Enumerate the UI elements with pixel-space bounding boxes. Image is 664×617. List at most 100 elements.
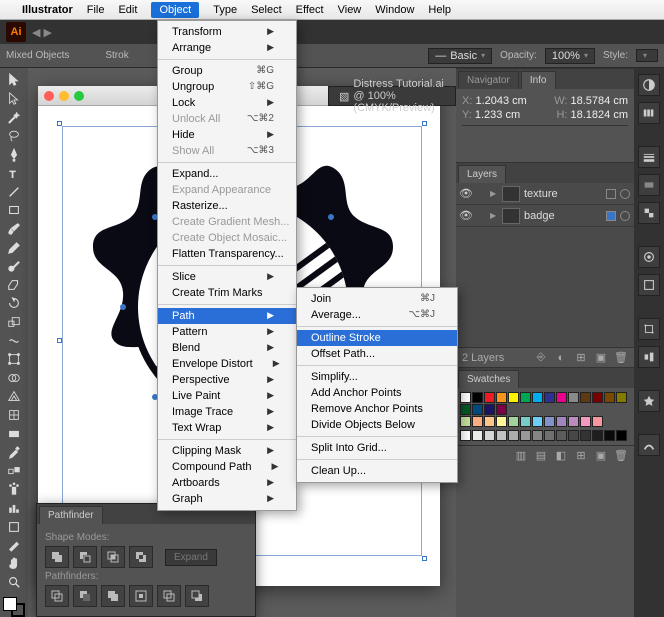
show-swatch-kinds-icon[interactable]: ▤	[534, 449, 548, 463]
document-tab[interactable]: ▧ Distress Tutorial.ai @ 100% (CMYK/Prev…	[328, 86, 456, 106]
swatch[interactable]	[472, 416, 483, 427]
swatch[interactable]	[520, 416, 531, 427]
color-panel-icon[interactable]	[638, 74, 660, 96]
object-menu-item-hide[interactable]: Hide▶	[158, 127, 296, 143]
swatch[interactable]	[592, 416, 603, 427]
layer-name[interactable]: badge	[524, 210, 606, 222]
appearance-panel-icon[interactable]	[638, 246, 660, 268]
swatch[interactable]	[604, 392, 615, 403]
swatch[interactable]	[568, 416, 579, 427]
object-menu-item-rasterize-[interactable]: Rasterize...	[158, 198, 296, 214]
color-guide-panel-icon[interactable]	[638, 102, 660, 124]
tab-swatches[interactable]: Swatches	[458, 370, 519, 388]
opacity-input[interactable]: 100%▾	[545, 48, 595, 64]
swatch[interactable]	[580, 416, 591, 427]
app-menu[interactable]: Illustrator	[22, 4, 73, 16]
object-menu-item-slice[interactable]: Slice▶	[158, 269, 296, 285]
eraser-tool[interactable]	[2, 277, 26, 294]
swatch[interactable]	[472, 430, 483, 441]
swatch-options-icon[interactable]: ◧	[554, 449, 568, 463]
swatch[interactable]	[472, 404, 483, 415]
close-window-icon[interactable]	[44, 91, 54, 101]
stroke-panel-icon[interactable]	[638, 146, 660, 168]
direct-selection-tool[interactable]	[2, 91, 26, 108]
rotate-tool[interactable]	[2, 295, 26, 312]
exclude-button[interactable]	[129, 546, 153, 568]
tab-info[interactable]: Info	[521, 71, 556, 89]
menu-view[interactable]: View	[338, 4, 362, 16]
unite-button[interactable]	[45, 546, 69, 568]
minus-back-button[interactable]	[185, 585, 209, 607]
menu-edit[interactable]: Edit	[118, 4, 137, 16]
object-menu[interactable]: Transform▶Arrange▶Group⌘GUngroup⇧⌘GLock▶…	[157, 20, 297, 511]
object-menu-item-expand-[interactable]: Expand...	[158, 166, 296, 182]
shape-builder-tool[interactable]	[2, 370, 26, 387]
swatch[interactable]	[532, 392, 543, 403]
target-icon[interactable]	[606, 211, 616, 221]
object-menu-item-lock[interactable]: Lock▶	[158, 95, 296, 111]
tab-nav-arrows[interactable]: ◀ ▶	[32, 26, 52, 39]
swatch[interactable]	[616, 392, 627, 403]
new-swatch-icon[interactable]: ▣	[594, 449, 608, 463]
path-menu-item-add-anchor-points[interactable]: Add Anchor Points	[297, 385, 457, 401]
object-menu-item-blend[interactable]: Blend▶	[158, 340, 296, 356]
swatch[interactable]	[460, 404, 471, 415]
swatch[interactable]	[508, 392, 519, 403]
swatch[interactable]	[544, 392, 555, 403]
minus-front-button[interactable]	[73, 546, 97, 568]
delete-swatch-icon[interactable]: 🗑	[614, 449, 628, 463]
object-menu-item-ungroup[interactable]: Ungroup⇧⌘G	[158, 79, 296, 95]
object-menu-item-path[interactable]: Path▶	[158, 308, 296, 324]
swatch[interactable]	[496, 404, 507, 415]
swatch[interactable]	[472, 392, 483, 403]
swatch[interactable]	[532, 430, 543, 441]
lasso-tool[interactable]	[2, 128, 26, 145]
object-menu-item-image-trace[interactable]: Image Trace▶	[158, 404, 296, 420]
visibility-toggle-icon[interactable]: 👁	[456, 209, 476, 222]
pathfinder-panel[interactable]: Pathfinder Shape Modes: Expand Pathfinde…	[36, 503, 256, 617]
path-menu-item-clean-up-[interactable]: Clean Up...	[297, 463, 457, 479]
gradient-tool[interactable]	[2, 425, 26, 442]
swatch[interactable]	[520, 430, 531, 441]
path-menu-item-average-[interactable]: Average...⌥⌘J	[297, 307, 457, 323]
swatch[interactable]	[568, 392, 579, 403]
menu-select[interactable]: Select	[251, 4, 282, 16]
swatch[interactable]	[496, 416, 507, 427]
path-submenu[interactable]: Join⌘JAverage...⌥⌘JOutline StrokeOffset …	[296, 287, 458, 483]
delete-layer-icon[interactable]: 🗑	[614, 351, 628, 365]
zoom-window-icon[interactable]	[74, 91, 84, 101]
swatch[interactable]	[532, 416, 543, 427]
make-clipping-mask-icon[interactable]: ◐	[554, 351, 568, 365]
swatch[interactable]	[460, 416, 471, 427]
traffic-lights[interactable]	[44, 91, 84, 101]
symbol-sprayer-tool[interactable]	[2, 481, 26, 498]
transform-panel-icon[interactable]	[638, 318, 660, 340]
swatch[interactable]	[556, 416, 567, 427]
swatch[interactable]	[580, 430, 591, 441]
object-menu-item-live-paint[interactable]: Live Paint▶	[158, 388, 296, 404]
swatch[interactable]	[508, 430, 519, 441]
blend-tool[interactable]	[2, 462, 26, 479]
object-menu-item-arrange[interactable]: Arrange▶	[158, 40, 296, 56]
path-menu-item-divide-objects-below[interactable]: Divide Objects Below	[297, 417, 457, 433]
visibility-toggle-icon[interactable]: 👁	[456, 187, 476, 200]
object-menu-item-pattern[interactable]: Pattern▶	[158, 324, 296, 340]
scale-tool[interactable]	[2, 314, 26, 331]
object-menu-item-graph[interactable]: Graph▶	[158, 491, 296, 507]
graphic-style-dropdown[interactable]: ▾	[636, 49, 658, 62]
object-menu-item-transform[interactable]: Transform▶	[158, 24, 296, 40]
swatch[interactable]	[592, 430, 603, 441]
magic-wand-tool[interactable]	[2, 109, 26, 126]
swatch-libraries-icon[interactable]: ▥	[514, 449, 528, 463]
tab-pathfinder[interactable]: Pathfinder	[39, 506, 103, 524]
fill-swatch[interactable]	[3, 597, 17, 611]
swatch[interactable]	[484, 416, 495, 427]
minimize-window-icon[interactable]	[59, 91, 69, 101]
tab-navigator[interactable]: Navigator	[458, 71, 519, 89]
zoom-tool[interactable]	[2, 574, 26, 591]
new-color-group-icon[interactable]: ⊞	[574, 449, 588, 463]
paintbrush-tool[interactable]	[2, 221, 26, 238]
brush-style-dropdown[interactable]: —Basic▾	[428, 48, 492, 64]
path-menu-item-offset-path-[interactable]: Offset Path...	[297, 346, 457, 362]
transparency-panel-icon[interactable]	[638, 202, 660, 224]
